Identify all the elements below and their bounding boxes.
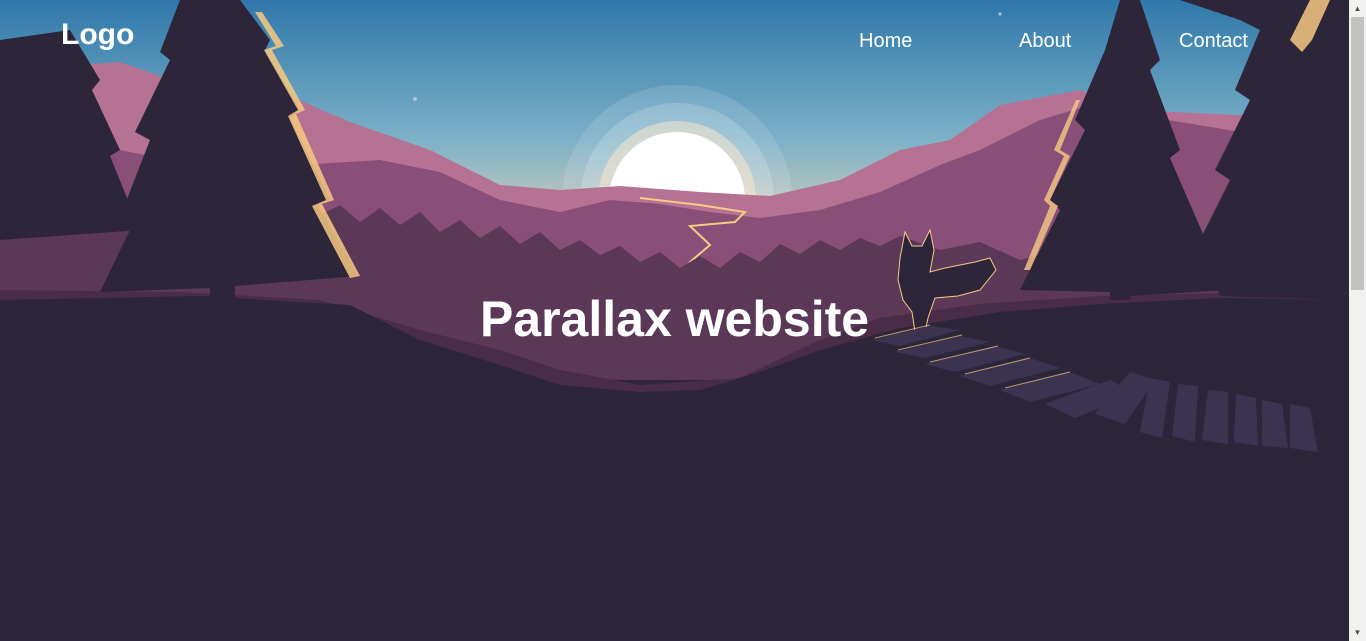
triangle-up-icon[interactable]: ▲ — [1349, 0, 1366, 17]
nav-link-contact[interactable]: Contact — [1179, 30, 1248, 53]
nav-link-home[interactable]: Home — [859, 30, 912, 53]
triangle-down-icon[interactable]: ▼ — [1349, 624, 1366, 641]
vertical-scrollbar[interactable]: ▲ ▼ — [1349, 0, 1366, 641]
hero-title: Parallax website — [479, 291, 870, 347]
star — [413, 97, 417, 101]
site-header: Logo Home About Contact — [0, 0, 1349, 80]
main-nav: Home About Contact — [0, 30, 1349, 60]
nav-link-about[interactable]: About — [1019, 30, 1071, 53]
scrollbar-thumb[interactable] — [1351, 17, 1364, 290]
page-viewport: Logo Home About Contact Parallax website — [0, 0, 1349, 641]
